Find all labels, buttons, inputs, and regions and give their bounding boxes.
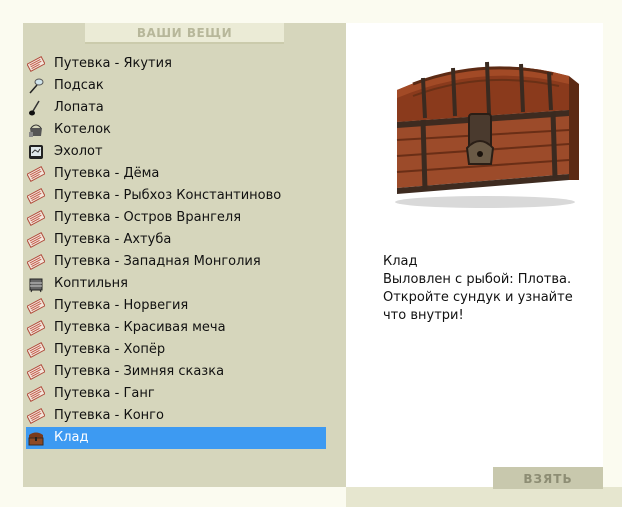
list-item[interactable]: Путевка - Остров Врангеля	[26, 207, 326, 229]
list-item-label: Путевка - Остров Врангеля	[54, 210, 242, 225]
list-item-label: Путевка - Ганг	[54, 386, 155, 401]
list-item-label: Путевка - Конго	[54, 408, 164, 423]
list-item[interactable]: Путевка - Западная Монголия	[26, 251, 326, 273]
list-item-label: Путевка - Норвегия	[54, 298, 189, 313]
item-hint-line2: что внутри!	[383, 308, 464, 323]
list-item[interactable]: Путевка - Красивая меча	[26, 317, 326, 339]
ticket-icon	[26, 209, 46, 227]
ticket-icon	[26, 297, 46, 315]
list-item-label: Путевка - Якутия	[54, 56, 172, 71]
list-item-label: Коптильня	[54, 276, 128, 291]
list-item[interactable]: Путевка - Зимняя сказка	[26, 361, 326, 383]
list-item-label: Клад	[54, 430, 89, 445]
item-catch-info: Выловлен с рыбой: Плотва.	[383, 272, 572, 287]
list-item[interactable]: Путевка - Норвегия	[26, 295, 326, 317]
list-item[interactable]: Подсак	[26, 75, 326, 97]
ticket-icon	[26, 253, 46, 271]
list-item[interactable]: Путевка - Хопёр	[26, 339, 326, 361]
list-item[interactable]: Котелок	[26, 119, 326, 141]
ticket-icon	[26, 363, 46, 381]
items-header: ВАШИ ВЕЩИ	[85, 23, 284, 44]
list-item[interactable]: Лопата	[26, 97, 326, 119]
take-button[interactable]: ВЗЯТЬ	[493, 467, 603, 489]
chest-icon	[27, 429, 45, 447]
list-item[interactable]: Путевка - Конго	[26, 405, 326, 427]
list-item-label: Подсак	[54, 78, 104, 93]
list-item[interactable]: Путевка - Ганг	[26, 383, 326, 405]
treasure-chest-image	[395, 61, 579, 208]
list-item[interactable]: Путевка - Якутия	[26, 53, 326, 75]
ticket-icon	[26, 55, 46, 73]
ticket-icon	[26, 165, 46, 183]
list-item-label: Путевка - Зимняя сказка	[54, 364, 225, 379]
details-panel-bottom-strip	[346, 487, 622, 507]
ticket-icon	[26, 319, 46, 337]
list-item-label: Путевка - Красивая меча	[54, 320, 226, 335]
list-item[interactable]: Коптильня	[26, 273, 326, 295]
list-item[interactable]: Эхолот	[26, 141, 326, 163]
landing-net-icon	[27, 77, 45, 95]
details-panel-edge	[603, 23, 622, 487]
list-item[interactable]: Путевка - Дёма	[26, 163, 326, 185]
item-description: Клад Выловлен с рыбой: Плотва. Откройте …	[383, 253, 598, 325]
ticket-icon	[26, 341, 46, 359]
list-item-label: Путевка - Хопёр	[54, 342, 166, 357]
items-list: Путевка - Якутия Подсак Лопата Котелок Эхоло…	[26, 53, 326, 449]
smokehouse-icon	[27, 275, 45, 293]
list-item-label: Путевка - Западная Монголия	[54, 254, 261, 269]
list-item-label: Путевка - Дёма	[54, 166, 160, 181]
list-item-label: Котелок	[54, 122, 111, 137]
shovel-icon	[27, 99, 45, 117]
list-item[interactable]: Клад	[26, 427, 326, 449]
list-item-label: Путевка - Рыбхоз Константиново	[54, 188, 282, 203]
echo-sounder-icon	[27, 143, 45, 161]
list-item-label: Эхолот	[54, 144, 103, 159]
list-item-label: Лопата	[54, 100, 104, 115]
pot-icon	[27, 121, 45, 139]
list-item[interactable]: Путевка - Ахтуба	[26, 229, 326, 251]
item-title: Клад	[383, 254, 418, 269]
ticket-icon	[26, 407, 46, 425]
list-item[interactable]: Путевка - Рыбхоз Константиново	[26, 185, 326, 207]
ticket-icon	[26, 385, 46, 403]
ticket-icon	[26, 187, 46, 205]
list-item-label: Путевка - Ахтуба	[54, 232, 172, 247]
item-hint-line1: Откройте сундук и узнайте	[383, 290, 573, 305]
ticket-icon	[26, 231, 46, 249]
